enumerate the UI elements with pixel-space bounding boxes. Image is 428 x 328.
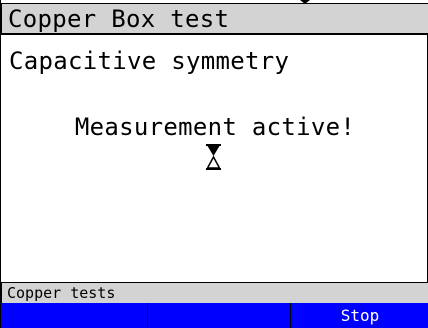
title-bar: Copper Box test [1,3,428,35]
softkey-1[interactable] [1,303,148,328]
test-name: Capacitive symmetry [9,47,290,75]
section-bar: Copper tests [1,282,428,303]
stop-button[interactable]: Stop [291,303,428,328]
page-title: Copper Box test [8,5,230,33]
status-message: Measurement active! [74,113,356,141]
section-label: Copper tests [7,284,116,302]
softkey-bar: Stop [1,303,428,328]
hourglass-icon [206,144,221,170]
softkey-2[interactable] [148,303,291,328]
device-screen: Copper Box test Capacitive symmetry Meas… [0,0,428,328]
